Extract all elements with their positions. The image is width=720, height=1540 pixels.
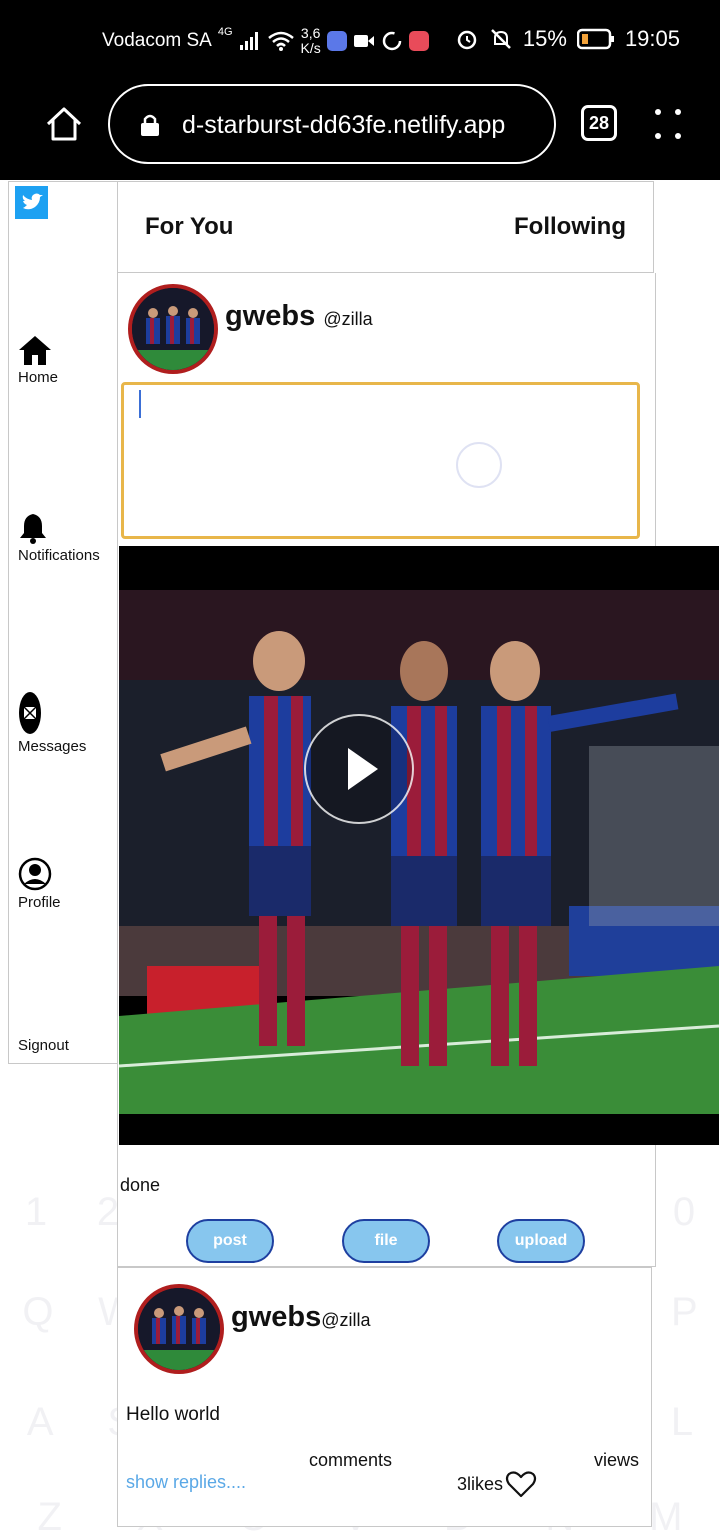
wifi-icon — [267, 31, 294, 51]
music-app-icon — [326, 31, 347, 51]
sidebar-item-profile[interactable]: Profile — [18, 857, 61, 911]
post-handle: @zilla — [321, 1310, 371, 1330]
tweet-card: gwebs@zilla Hello world comments views s… — [117, 1267, 652, 1527]
post-text: Hello world — [126, 1404, 220, 1425]
lock-icon — [141, 114, 159, 136]
tab-switcher-button[interactable]: 28 — [581, 105, 617, 141]
sidebar-item-notifications[interactable]: Notifications — [18, 512, 100, 564]
likes: 3likes — [457, 1470, 537, 1498]
tweet-textarea[interactable] — [121, 382, 640, 539]
sidebar-item-signout[interactable]: Signout — [18, 1037, 69, 1054]
avatar-image — [138, 1288, 220, 1370]
comments-label[interactable]: comments — [309, 1450, 392, 1471]
composer-username: gwebs @zilla — [225, 300, 373, 332]
post-avatar[interactable] — [134, 1284, 224, 1374]
play-icon — [348, 748, 378, 790]
bell-icon — [20, 514, 46, 544]
signal-icon — [239, 32, 258, 50]
network-speed: 3,6 K/s — [300, 25, 321, 56]
carrier-name: Vodacom SA — [102, 30, 212, 51]
sidebar-item-home[interactable]: Home — [18, 334, 58, 386]
twitter-logo-icon[interactable] — [15, 186, 48, 219]
mute-bell-icon — [491, 29, 511, 49]
home-icon — [19, 336, 51, 365]
upload-button[interactable]: upload — [497, 1219, 585, 1263]
home-button-icon[interactable] — [44, 104, 84, 144]
views-label: views — [594, 1450, 640, 1470]
battery-percent: 15% — [522, 26, 567, 51]
sidebar: Home Notifications Messages Profile Sign… — [8, 181, 118, 1064]
browser-toolbar: d-starburst-dd63fe.netlify.app 28 — [0, 84, 720, 180]
avatar-image — [132, 288, 214, 370]
video-preview[interactable] — [119, 546, 719, 1145]
play-button[interactable] — [304, 714, 414, 824]
file-button[interactable]: file — [342, 1219, 430, 1263]
done-label[interactable]: done — [120, 1175, 160, 1196]
sidebar-item-messages[interactable]: Messages — [18, 691, 86, 755]
avatar[interactable] — [128, 284, 218, 374]
post-username: gwebs@zilla — [231, 1301, 371, 1333]
more-menu-icon[interactable] — [652, 106, 684, 142]
post-button[interactable]: post — [186, 1219, 274, 1263]
feed-tabs: For You Following — [117, 181, 654, 273]
text-caret — [139, 390, 141, 418]
composer-handle: @zilla — [323, 309, 373, 329]
clock-time: 19:05 — [624, 26, 680, 51]
network-type: 4G — [217, 26, 233, 38]
video-icon — [353, 35, 374, 47]
maps-app-icon — [408, 31, 429, 51]
battery-icon — [576, 28, 614, 50]
loading-spinner-icon — [456, 442, 502, 488]
heart-icon[interactable] — [505, 1470, 537, 1498]
profile-icon — [18, 857, 52, 891]
tab-for-you[interactable]: For You — [145, 213, 233, 241]
sync-icon — [382, 31, 402, 51]
alarm-icon — [457, 30, 477, 50]
address-bar[interactable]: d-starburst-dd63fe.netlify.app — [108, 84, 556, 164]
likes-count: 3likes — [457, 1473, 504, 1494]
url-text[interactable]: d-starburst-dd63fe.netlify.app — [182, 111, 505, 140]
messages-icon — [19, 692, 41, 734]
status-bar: Vodacom SA 4G 3,6 K/s 15% 19:05 — [0, 0, 720, 84]
video-thumbnail — [119, 546, 719, 1145]
tab-following[interactable]: Following — [514, 213, 626, 241]
show-replies-link[interactable]: show replies.... — [126, 1472, 246, 1493]
